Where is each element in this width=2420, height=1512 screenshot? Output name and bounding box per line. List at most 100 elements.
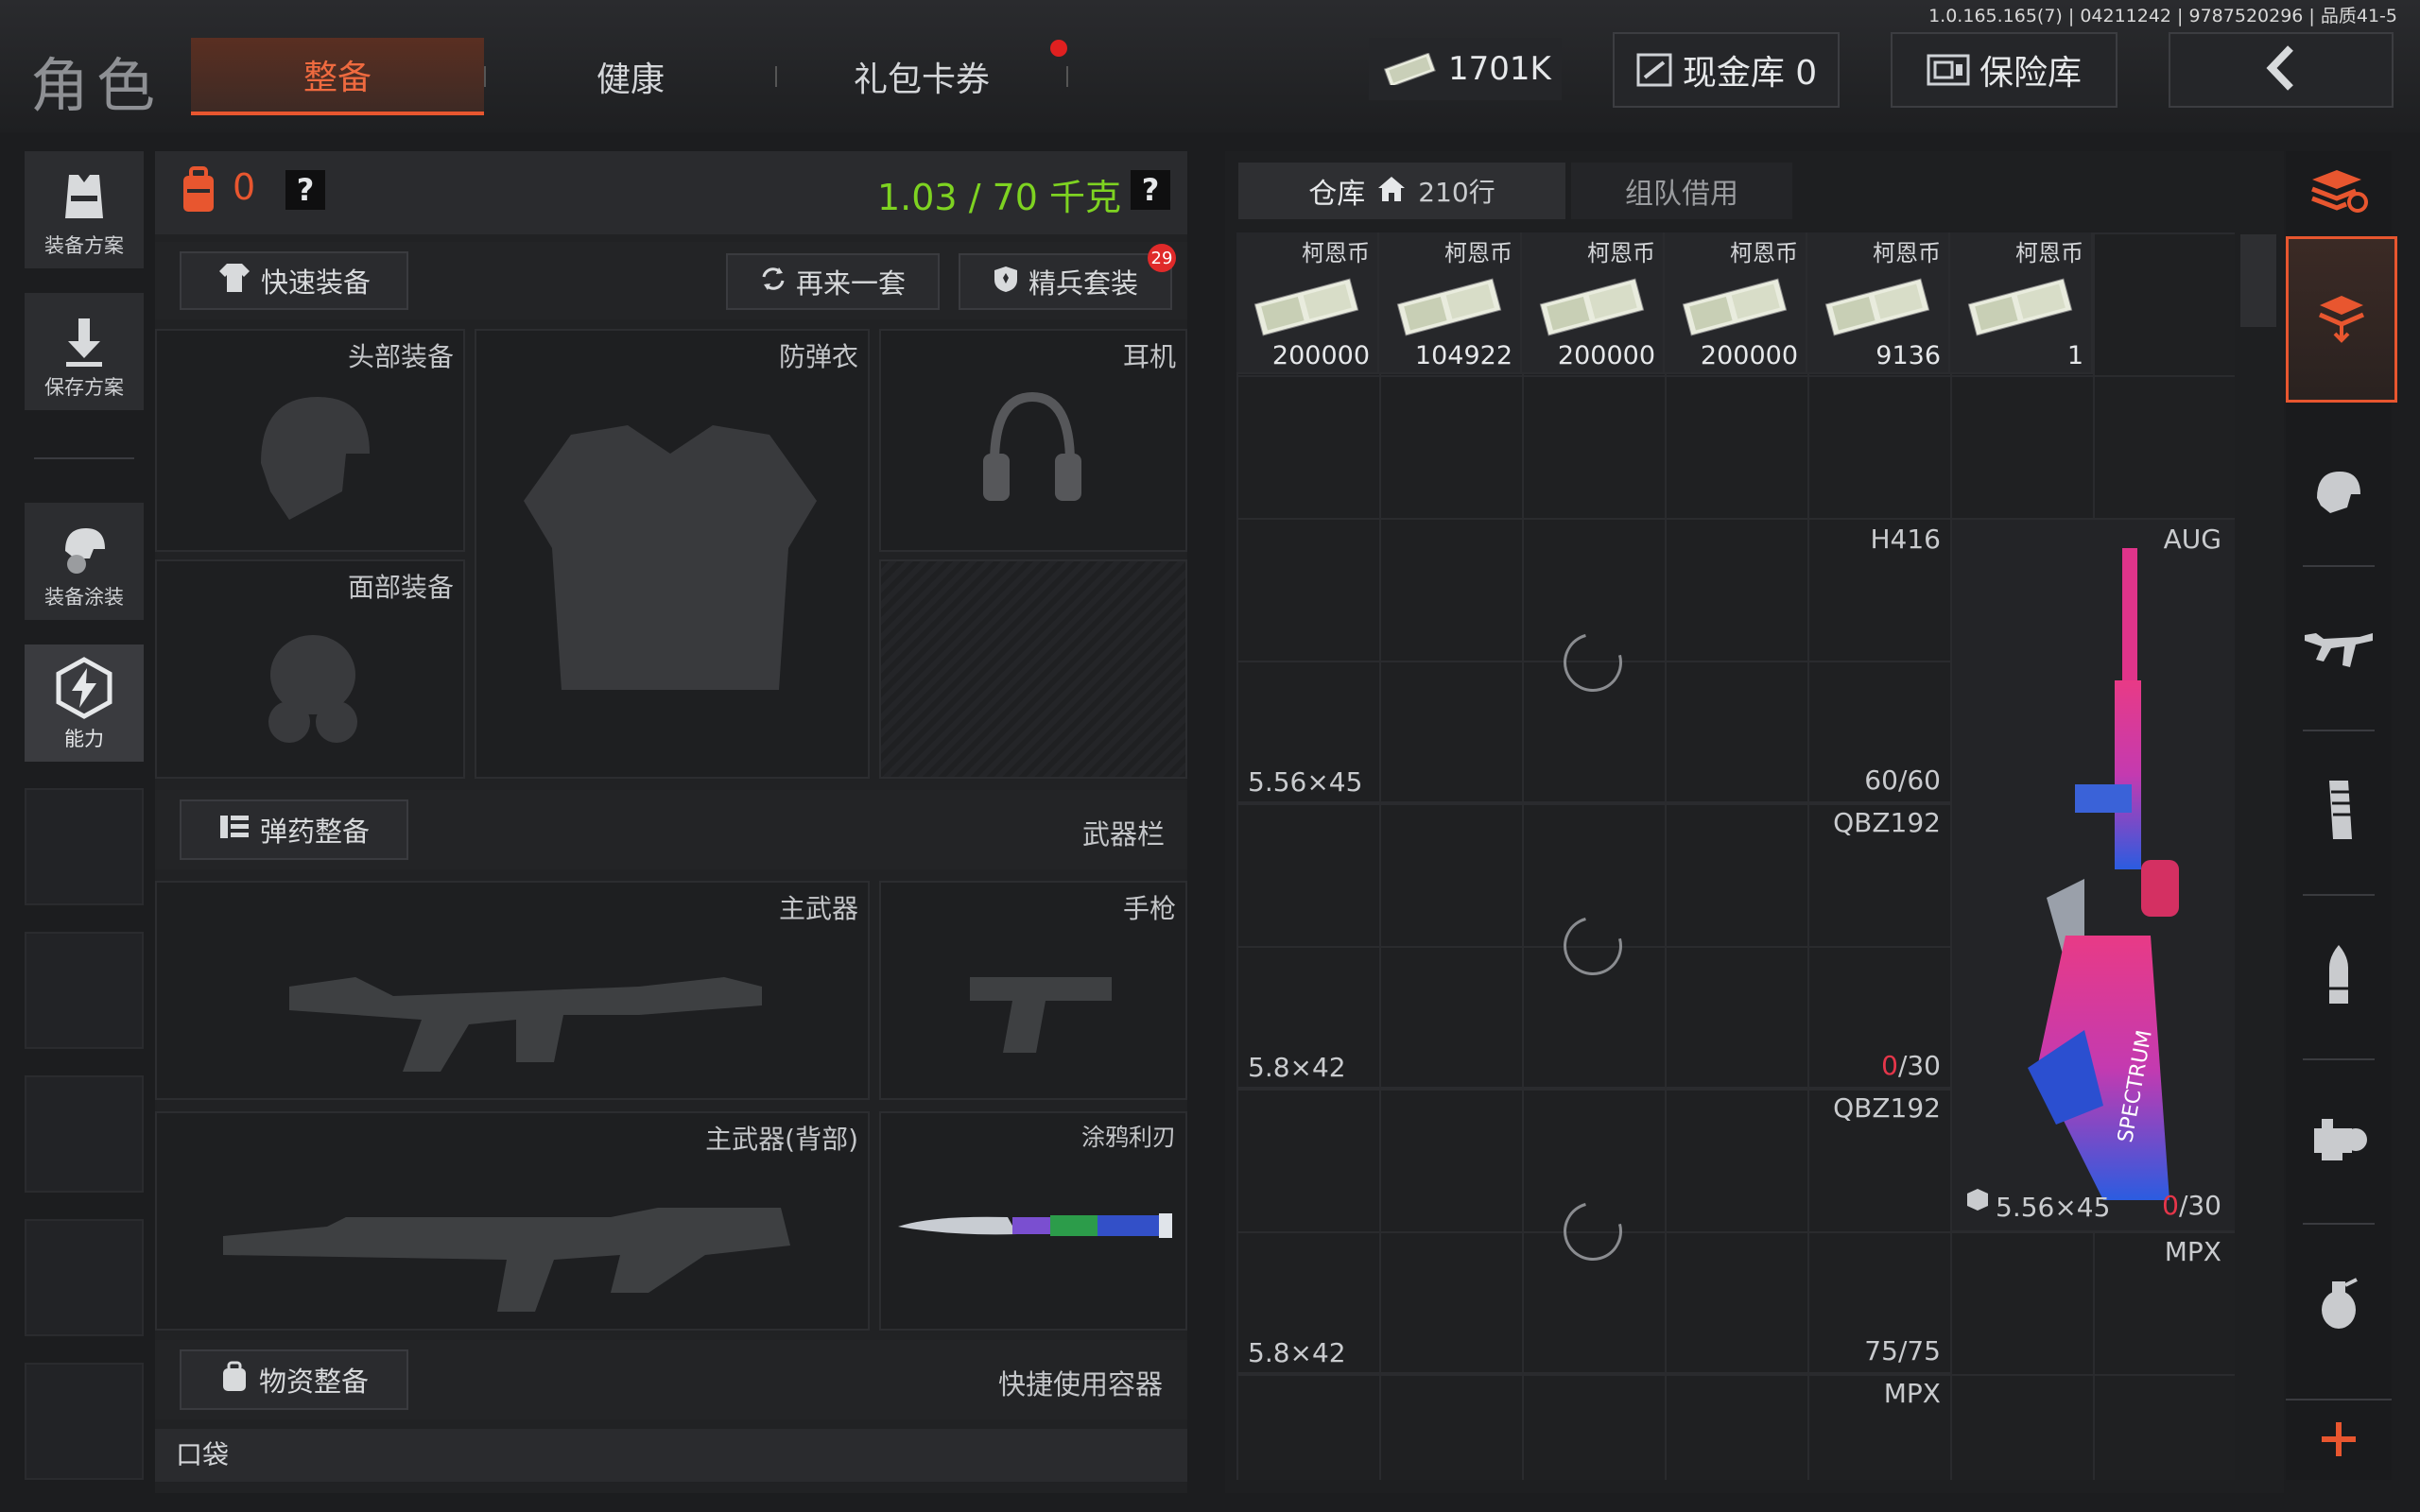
ammo-current: 0	[1881, 1050, 1898, 1081]
money-amount: 9136	[1876, 341, 1941, 370]
weapon-name: MPX	[1883, 1378, 1941, 1409]
warehouse-tab-label: 仓库	[1308, 178, 1366, 211]
category-ammo-button[interactable]	[2286, 905, 2392, 1047]
elite-set-label: 精兵套装	[1028, 267, 1138, 300]
pistol-icon	[960, 958, 1121, 1066]
refresh-icon	[760, 266, 786, 299]
warehouse-rows: 210行	[1418, 177, 1495, 208]
money-amount: 200000	[1557, 341, 1655, 370]
weapon-item-qbz192[interactable]: QBZ192 5.8×42 0/30	[1236, 803, 1950, 1089]
back-button[interactable]	[2169, 32, 2394, 108]
slot-label: 涂鸦利刃	[1080, 1124, 1176, 1151]
shirt-icon	[217, 262, 251, 301]
rifle-icon	[280, 939, 771, 1085]
currency-display[interactable]: 1701K	[1369, 38, 1562, 100]
slot-label: 手枪	[1122, 893, 1176, 924]
warehouse-tab[interactable]: 仓库 210行	[1238, 163, 1565, 219]
weapon-item-mpx-right[interactable]: MPX	[1950, 1232, 2235, 1480]
category-helmet-button[interactable]	[2286, 423, 2392, 565]
toolbar-separator	[2303, 565, 2375, 567]
tab-divider	[775, 66, 777, 87]
money-name: 柯恩币	[2015, 240, 2083, 266]
slot-armor[interactable]: 防弹衣	[475, 329, 870, 779]
pocket-label: 口袋	[176, 1439, 230, 1470]
knife-icon	[894, 1198, 1178, 1259]
vault-icon	[1635, 51, 1673, 89]
banknote-icon	[1678, 274, 1791, 344]
empty-sidebar-slot	[25, 1363, 144, 1480]
ammo-max: /75	[1897, 1335, 1941, 1366]
money-item[interactable]: 柯恩币 104922	[1379, 232, 1522, 374]
weapon-item-qbz192[interactable]: QBZ192 5.8×42 75/75	[1236, 1089, 1950, 1374]
safe-box-button[interactable]: 保险库	[1891, 32, 2118, 108]
empty-sidebar-slot	[25, 932, 144, 1049]
weapon-item-aug[interactable]: AUG SPECTRUM 5.56×45 0/30	[1950, 518, 2235, 1232]
tab-zhengbei[interactable]: 整备	[191, 38, 484, 115]
banknote-icon	[1250, 274, 1363, 344]
money-item[interactable]: 柯恩币 1	[1950, 232, 2093, 374]
loadout-plan-button[interactable]: 装备方案	[25, 151, 144, 268]
weapon-name: QBZ192	[1833, 1092, 1941, 1124]
money-amount: 104922	[1414, 341, 1512, 370]
weapon-ammo: 60/60	[1864, 765, 1941, 796]
add-button[interactable]	[2286, 1399, 2392, 1482]
rifle-back-icon	[214, 1170, 800, 1325]
ability-button[interactable]: 能力	[25, 644, 144, 762]
sort-stack-button[interactable]	[2286, 151, 2392, 232]
slot-headset[interactable]: 耳机	[879, 329, 1187, 552]
slot-head[interactable]: 头部装备	[155, 329, 465, 552]
weapon-name: H416	[1870, 524, 1942, 555]
ammo-equip-button[interactable]: 弹药整备	[180, 799, 408, 860]
banknote-icon	[1535, 274, 1649, 344]
team-borrow-tab[interactable]: 组队借用	[1571, 163, 1792, 219]
category-attachment-button[interactable]	[2286, 1070, 2392, 1211]
home-icon	[1376, 175, 1407, 207]
money-item[interactable]: 柯恩币 9136	[1807, 232, 1950, 374]
cash-vault-button[interactable]: 现金库 0	[1613, 32, 1840, 108]
sidebar-label: 装备方案	[44, 234, 124, 257]
tab-gift-coupons[interactable]: 礼包卡券	[785, 38, 1059, 115]
slot-pistol[interactable]: 手枪	[879, 881, 1187, 1100]
shield-icon	[993, 265, 1019, 300]
tab-health[interactable]: 健康	[493, 38, 768, 115]
empty-sidebar-slot	[25, 1075, 144, 1193]
money-item[interactable]: 柯恩币 200000	[1665, 232, 1807, 374]
money-item[interactable]: 柯恩币 200000	[1236, 232, 1379, 374]
category-rifle-button[interactable]	[2286, 576, 2392, 718]
slot-primary-weapon[interactable]: 主武器	[155, 881, 870, 1100]
supply-equip-button[interactable]: 物资整备	[180, 1349, 408, 1410]
quick-equip-label: 快速装备	[260, 266, 371, 299]
warehouse-scrollbar[interactable]	[2240, 234, 2276, 327]
weapon-item-h416[interactable]: H416 5.56×45 60/60	[1236, 518, 1950, 803]
weapon-bar-label: 武器栏	[1081, 818, 1165, 850]
loading-spinner-icon	[1552, 622, 1634, 703]
tab-label: 健康	[596, 60, 665, 99]
money-name: 柯恩币	[1444, 240, 1512, 266]
money-item[interactable]: 柯恩币 200000	[1522, 232, 1665, 374]
grenade-icon	[2315, 1274, 2362, 1336]
ammo-box-icon	[1965, 1187, 1990, 1215]
elite-badge-count: 29	[1150, 248, 1173, 268]
helmet-icon	[2311, 466, 2366, 523]
slot-face[interactable]: 面部装备	[155, 559, 465, 779]
category-all-button[interactable]	[2286, 236, 2397, 403]
supply-bag-icon	[219, 1361, 250, 1400]
weight-help-button[interactable]: ?	[1131, 170, 1170, 210]
ammo-max: /60	[1897, 765, 1941, 796]
category-throwable-button[interactable]	[2286, 1234, 2392, 1376]
plus-icon	[2316, 1417, 2361, 1466]
gas-mask-icon	[261, 627, 365, 754]
equipment-skin-button[interactable]: 装备涂装	[25, 503, 144, 620]
toolbar-separator	[2303, 1058, 2375, 1060]
again-set-button[interactable]: 再来一套	[726, 253, 940, 310]
weapon-item-mpx[interactable]: MPX	[1236, 1374, 1950, 1480]
category-magazine-button[interactable]	[2286, 741, 2392, 883]
elite-set-button[interactable]: 精兵套装	[959, 253, 1172, 310]
save-plan-button[interactable]: 保存方案	[25, 293, 144, 410]
weapon-caliber: 5.56×45	[1996, 1192, 2111, 1223]
help-button[interactable]: ?	[285, 170, 325, 210]
slot-primary-back[interactable]: 主武器(背部)	[155, 1111, 870, 1331]
quick-equip-button[interactable]: 快速装备	[180, 251, 408, 310]
slot-melee[interactable]: 涂鸦利刃	[879, 1111, 1187, 1331]
helmet-icon	[251, 387, 374, 533]
